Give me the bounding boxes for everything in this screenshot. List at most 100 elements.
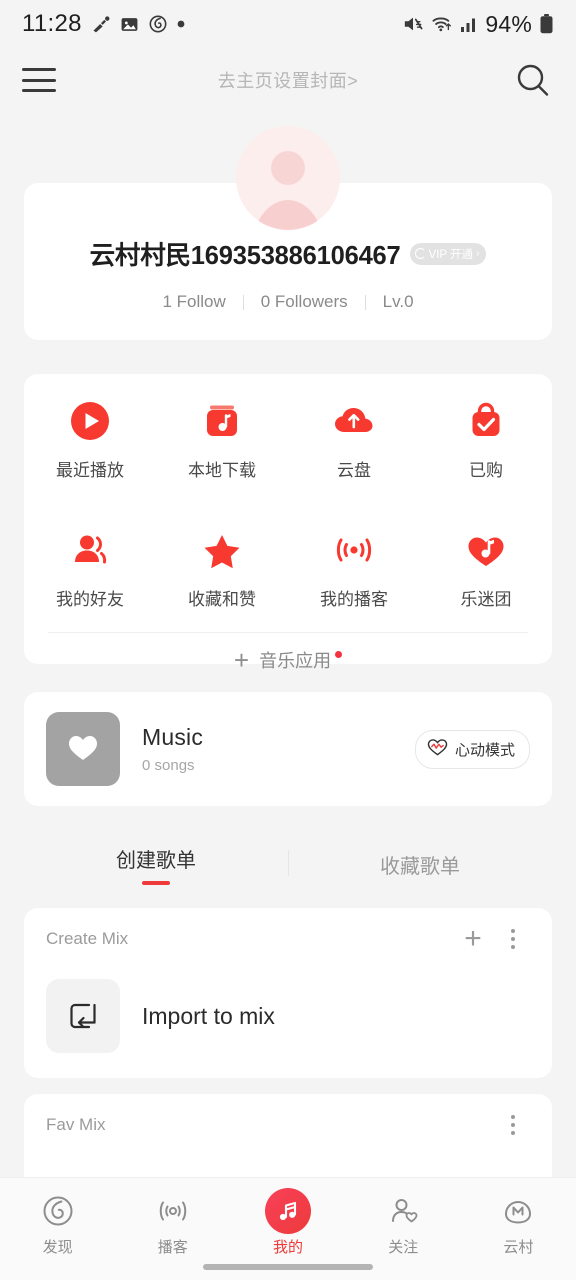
stat-level[interactable]: Lv.0 xyxy=(383,292,414,312)
import-to-mix-label: Import to mix xyxy=(142,1002,275,1029)
entry-label: 最近播放 xyxy=(56,461,124,480)
nav-item-my-music[interactable]: 我的 xyxy=(230,1188,345,1257)
entry-grid-row1: 最近播放 本地下载 云盘 已购 xyxy=(24,374,552,481)
local-download-icon xyxy=(199,398,245,444)
home-indicator[interactable] xyxy=(203,1264,373,1270)
entry-my-podcast[interactable]: 我的播客 xyxy=(288,527,420,610)
entry-label: 已购 xyxy=(469,461,503,480)
cover-setup-link[interactable]: 去主页设置封面> xyxy=(0,67,576,93)
import-to-mix-row[interactable]: Import to mix xyxy=(24,970,552,1062)
app-root: 11:28 94% 去主页设置封面> 云村村民169353886106467 V… xyxy=(0,0,576,1280)
netease-music-icon xyxy=(148,14,168,34)
profile-stats: 1 Follow 0 Followers Lv.0 xyxy=(24,292,552,312)
play-circle-icon xyxy=(67,398,113,444)
entries-card: 最近播放 本地下载 云盘 已购 我的好友 收藏和赞 我的播客 乐迷团 + 音乐应… xyxy=(24,374,552,673)
avatar[interactable] xyxy=(236,126,340,230)
search-icon[interactable] xyxy=(512,59,554,101)
entry-label: 我的播客 xyxy=(320,590,388,609)
entry-local-download[interactable]: 本地下载 xyxy=(156,398,288,481)
create-mix-card: Create Mix + Import to mix xyxy=(24,908,552,1078)
cloud-upload-icon xyxy=(331,398,377,444)
entry-label: 收藏和赞 xyxy=(188,590,256,609)
nav-label: 发现 xyxy=(42,1239,73,1256)
entry-label: 本地下载 xyxy=(188,461,256,480)
nav-label: 关注 xyxy=(388,1239,419,1256)
heart-mode-button[interactable]: 心动模式 xyxy=(414,729,530,769)
tab-label: 收藏歌单 xyxy=(380,855,460,878)
status-bar-right: 94% xyxy=(402,11,554,38)
create-mix-header: Create Mix + xyxy=(24,908,552,970)
heart-filled-icon xyxy=(66,731,100,768)
create-mix-title: Create Mix xyxy=(46,929,129,948)
import-arrow-icon xyxy=(46,979,120,1053)
stat-followers[interactable]: 0 Followers xyxy=(261,292,348,312)
username-row: 云村村民169353886106467 VIP 开通 › xyxy=(24,235,552,272)
battery-percent: 94% xyxy=(485,10,532,37)
playlist-tabs: 创建歌单 收藏歌单 xyxy=(24,832,552,896)
entry-recent-played[interactable]: 最近播放 xyxy=(24,398,156,481)
wifi-icon xyxy=(431,14,453,34)
entry-fan-club[interactable]: 乐迷团 xyxy=(420,527,552,610)
favorites-playlist-card[interactable]: Music 0 songs 心动模式 xyxy=(24,692,552,806)
username[interactable]: 云村村民169353886106467 xyxy=(90,235,401,272)
entry-label: 我的好友 xyxy=(56,590,124,609)
friends-icon xyxy=(67,527,113,573)
nav-item-discover[interactable]: 发现 xyxy=(0,1190,115,1257)
avatar-body xyxy=(251,200,325,230)
vip-badge[interactable]: VIP 开通 › xyxy=(409,242,487,265)
signal-bars-icon xyxy=(460,14,478,34)
entry-my-friends[interactable]: 我的好友 xyxy=(24,527,156,610)
playlist-meta: Music 0 songs xyxy=(142,724,415,774)
plus-icon[interactable]: + xyxy=(454,920,492,958)
nav-item-cloud-village[interactable]: 云村 xyxy=(461,1190,576,1257)
follow-person-icon xyxy=(386,1190,420,1232)
entry-cloud-disk[interactable]: 云盘 xyxy=(288,398,420,481)
tab-active-underline xyxy=(142,880,170,885)
podcast-icon xyxy=(331,527,377,573)
mute-icon xyxy=(402,14,424,34)
my-music-icon xyxy=(265,1188,311,1234)
fav-mix-title: Fav Mix xyxy=(46,1115,106,1134)
nav-item-podcast[interactable]: 播客 xyxy=(115,1190,230,1257)
status-time: 11:28 xyxy=(22,10,82,37)
status-bar: 11:28 94% xyxy=(0,0,576,48)
more-vertical-icon[interactable] xyxy=(496,1106,530,1144)
vpn-key-icon xyxy=(91,14,111,34)
tab-collected-playlists[interactable]: 收藏歌单 xyxy=(288,832,552,896)
avatar-head xyxy=(271,151,305,185)
status-bar-left: 11:28 xyxy=(22,10,185,38)
entry-label: 云盘 xyxy=(337,461,371,480)
playlist-title: Music xyxy=(142,724,204,750)
nav-label: 播客 xyxy=(157,1239,188,1256)
vip-circle-icon xyxy=(414,248,426,259)
stat-follow[interactable]: 1 Follow xyxy=(162,292,225,312)
heartbeat-icon xyxy=(427,738,448,761)
fav-mix-header: Fav Mix xyxy=(24,1094,552,1156)
entry-purchased[interactable]: 已购 xyxy=(420,398,552,481)
stat-divider xyxy=(364,294,366,310)
my-music-pill xyxy=(265,1188,311,1234)
plus-icon: + xyxy=(233,645,250,675)
dot-icon xyxy=(177,20,185,28)
tab-label: 创建歌单 xyxy=(116,849,196,872)
tab-created-playlists[interactable]: 创建歌单 xyxy=(24,832,288,896)
cloud-village-icon xyxy=(501,1190,535,1232)
badge-dot-icon xyxy=(335,650,343,658)
music-apps-button[interactable]: + 音乐应用 xyxy=(24,633,552,687)
heart-mode-label: 心动模式 xyxy=(454,741,515,759)
nav-label: 我的 xyxy=(273,1239,304,1256)
nav-label: 云村 xyxy=(503,1239,534,1256)
entry-collections-likes[interactable]: 收藏和赞 xyxy=(156,527,288,610)
playlist-song-count: 0 songs xyxy=(142,757,195,774)
more-vertical-icon[interactable] xyxy=(496,920,530,958)
chevron-right-icon: › xyxy=(476,248,480,259)
hamburger-menu-icon[interactable] xyxy=(22,68,56,92)
star-icon xyxy=(199,527,245,573)
top-bar: 去主页设置封面> xyxy=(0,48,576,112)
fan-club-heart-icon xyxy=(463,527,509,573)
stat-divider xyxy=(242,294,244,310)
playlist-cover xyxy=(46,712,120,786)
vip-label: VIP 开通 xyxy=(428,248,474,261)
nav-item-follow[interactable]: 关注 xyxy=(346,1190,461,1257)
podcast-wave-icon xyxy=(155,1190,191,1232)
